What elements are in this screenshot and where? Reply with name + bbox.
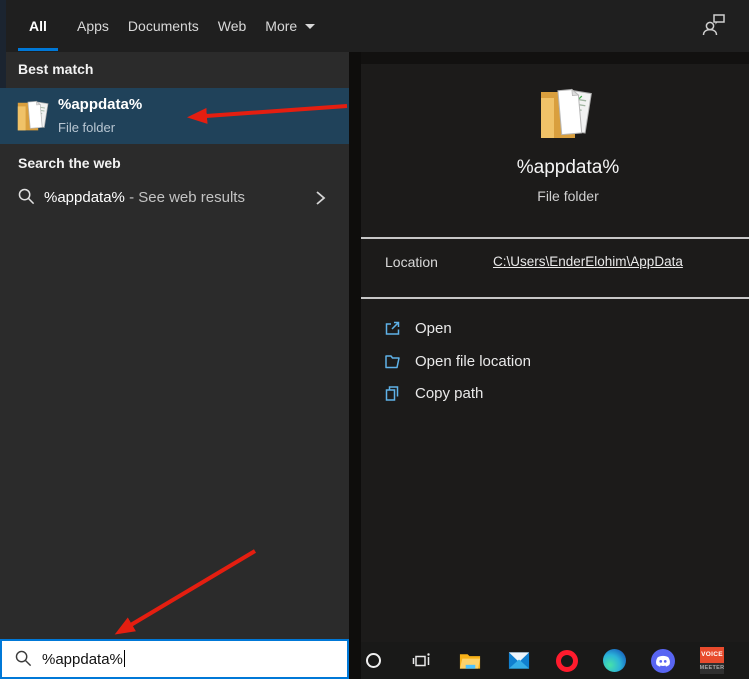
search-icon: [18, 188, 35, 205]
voicemeeter-button[interactable]: VOICE MEETER: [699, 647, 725, 675]
tab-documents-label: Documents: [127, 18, 199, 34]
cortana-button[interactable]: [363, 647, 384, 675]
tab-more[interactable]: More: [265, 0, 316, 52]
tab-apps-label: Apps: [77, 18, 109, 34]
search-tab-bar: All Apps Documents Web More: [0, 0, 749, 52]
tab-apps[interactable]: Apps: [77, 0, 109, 52]
search-icon: [15, 650, 32, 667]
edge-icon: [603, 649, 626, 672]
chevron-down-icon: [305, 23, 316, 29]
voicemeeter-icon: VOICE MEETER: [699, 647, 725, 674]
tab-list: All Apps Documents Web More: [18, 0, 316, 52]
taskbar: VOICE MEETER: [361, 642, 749, 679]
location-link[interactable]: C:\Users\EnderElohim\AppData: [493, 254, 683, 269]
best-match-subtitle: File folder: [58, 120, 116, 135]
divider: [361, 237, 749, 239]
flyout-left-edge: [0, 0, 6, 88]
divider: [361, 297, 749, 299]
folder-outline-icon: [385, 354, 400, 368]
discord-icon: [651, 648, 675, 673]
preview-header: %appdata% File folder: [361, 64, 749, 204]
search-web-header: Search the web: [18, 155, 121, 171]
folder-documents-icon: [17, 100, 49, 131]
windows-search-flyout: All Apps Documents Web More Best match %…: [0, 0, 749, 679]
edge-button[interactable]: [603, 647, 626, 675]
task-view-icon: [412, 652, 430, 666]
best-match-title: %appdata%: [58, 96, 143, 113]
mail-button[interactable]: [507, 647, 531, 675]
web-result-text: %appdata% - See web results: [44, 189, 245, 206]
action-open-file-location[interactable]: Open file location: [361, 348, 749, 374]
open-external-icon: [385, 321, 400, 335]
action-copy-path-label: Copy path: [415, 384, 484, 402]
best-match-header: Best match: [18, 61, 94, 77]
tab-all-label: All: [29, 18, 47, 34]
action-copy-path[interactable]: Copy path: [361, 380, 749, 406]
search-input-value: %appdata%: [42, 650, 125, 668]
action-open-label: Open: [415, 319, 452, 337]
action-open-file-location-label: Open file location: [415, 352, 531, 370]
file-explorer-button[interactable]: [458, 647, 482, 675]
preview-top-strip: [361, 52, 749, 64]
preview-panel: %appdata% File folder Location C:\Users\…: [361, 64, 749, 642]
tab-web-label: Web: [217, 18, 247, 34]
action-open[interactable]: Open: [361, 315, 749, 341]
voicemeeter-top-label: VOICE: [699, 647, 725, 663]
chevron-right-icon: [316, 191, 326, 205]
search-results-panel: Best match %appdata% File folder Search …: [0, 52, 349, 639]
mail-icon: [508, 652, 530, 669]
folder-documents-icon: [541, 88, 592, 138]
opera-button[interactable]: [556, 647, 578, 675]
user-feedback-icon[interactable]: [701, 11, 727, 39]
preview-title: %appdata%: [516, 157, 620, 178]
file-explorer-icon: [459, 654, 481, 669]
preview-subtitle: File folder: [537, 188, 599, 204]
task-view-button[interactable]: [409, 647, 433, 675]
tab-all[interactable]: All: [18, 0, 58, 52]
cortana-icon: [366, 653, 381, 668]
tab-documents[interactable]: Documents: [128, 0, 199, 52]
best-match-result[interactable]: %appdata% File folder: [0, 88, 349, 144]
web-search-result[interactable]: %appdata% - See web results: [0, 178, 349, 218]
panel-divider-gutter: [349, 52, 361, 679]
web-result-query: %appdata%: [44, 189, 125, 206]
tab-more-label: More: [265, 18, 298, 34]
opera-icon: [556, 649, 578, 672]
location-label: Location: [385, 254, 438, 270]
voicemeeter-bottom-label: MEETER: [699, 663, 725, 674]
text-cursor: [123, 650, 125, 667]
search-input[interactable]: %appdata%: [0, 639, 349, 679]
discord-button[interactable]: [651, 647, 675, 675]
tab-web[interactable]: Web: [218, 0, 247, 52]
web-result-suffix: - See web results: [129, 189, 245, 206]
copy-pages-icon: [385, 385, 399, 401]
